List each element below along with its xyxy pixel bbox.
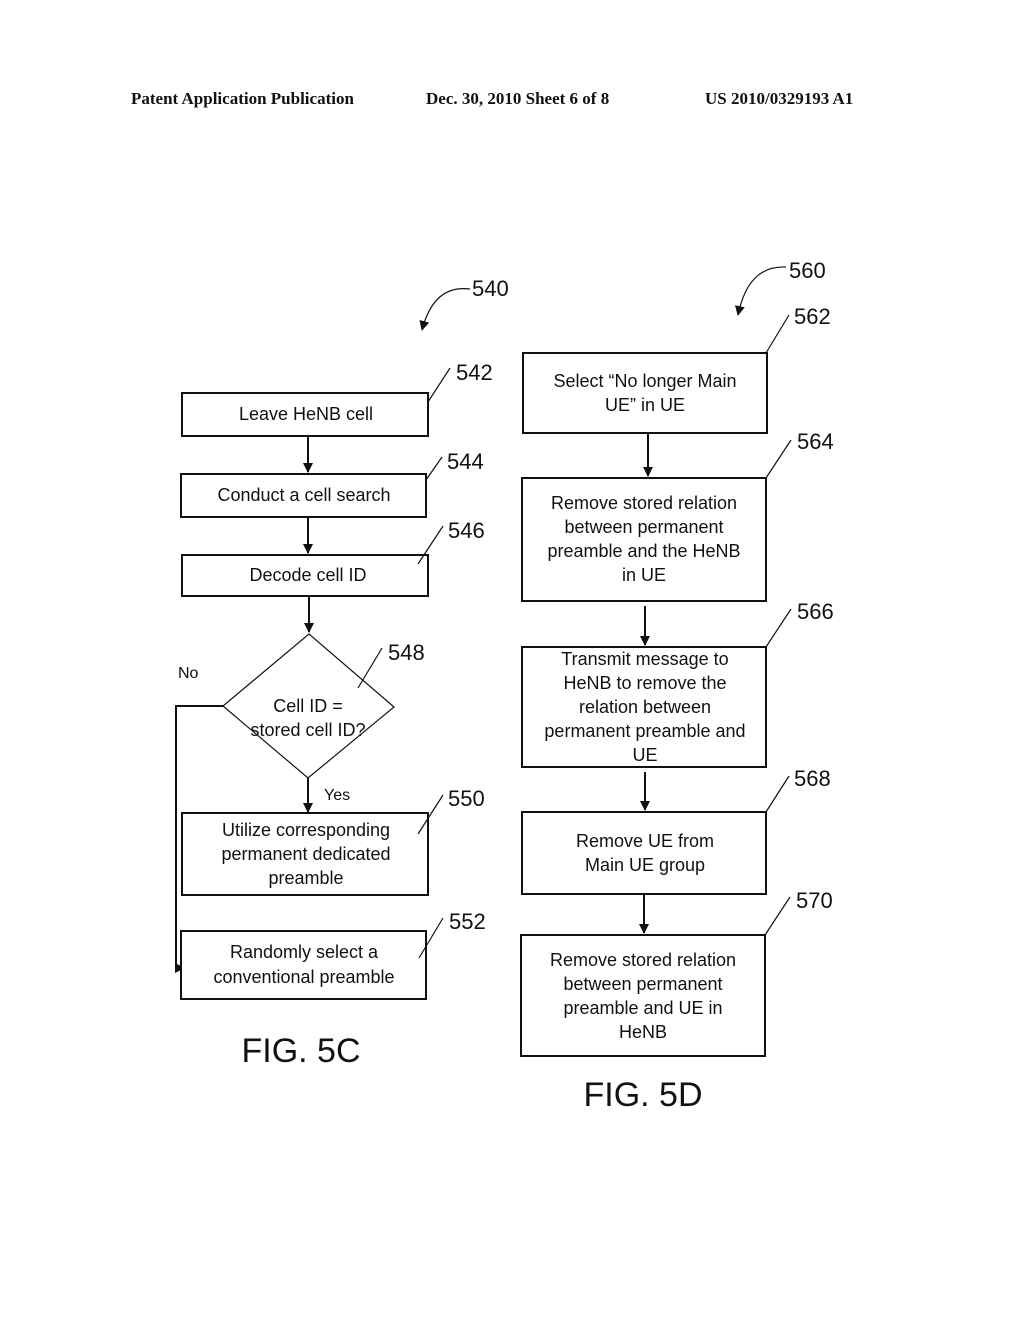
yes-branch-label: Yes	[324, 787, 350, 804]
leader-line-564	[765, 439, 792, 479]
fig-5d: 560 Select “No longer Main UE” in UE 562…	[520, 258, 834, 1114]
step-label-550-line3: preamble	[268, 868, 343, 888]
ref-562: 562	[794, 304, 831, 329]
ref-542: 542	[456, 360, 493, 385]
step-label-564-line1: Remove stored relation	[551, 493, 737, 513]
step-label-546: Decode cell ID	[249, 565, 366, 585]
step-label-562-line1: Select “No longer Main	[553, 371, 736, 391]
figure-caption-5d: FIG. 5D	[583, 1076, 702, 1114]
decision-label-line1: Cell ID =	[273, 696, 343, 716]
leader-line-562	[765, 314, 790, 354]
step-label-570-line1: Remove stored relation	[550, 950, 736, 970]
ref-540: 540	[472, 276, 509, 301]
step-box-568	[521, 811, 767, 895]
figure-pointer-arrow-560	[734, 266, 787, 316]
figure-pointer-arrow-540	[419, 288, 471, 331]
ref-552: 552	[449, 909, 486, 934]
step-label-566-line5: UE	[632, 745, 657, 765]
leader-line-568	[765, 775, 790, 813]
step-label-570-line4: HeNB	[619, 1022, 667, 1042]
ref-548: 548	[388, 640, 425, 665]
step-label-566-line4: permanent preamble and	[544, 721, 745, 741]
leader-line-566	[765, 608, 792, 648]
step-label-562-line2: UE” in UE	[605, 395, 685, 415]
step-label-542: Leave HeNB cell	[239, 404, 373, 424]
step-label-570-line3: preamble and UE in	[563, 998, 722, 1018]
ref-570: 570	[796, 888, 833, 913]
step-label-566-line3: relation between	[579, 697, 711, 717]
decision-label-line2: stored cell ID?	[250, 720, 365, 740]
step-label-566-line2: HeNB to remove the	[563, 673, 726, 693]
leader-line-548	[357, 647, 383, 689]
ref-566: 566	[797, 599, 834, 624]
step-label-566-line1: Transmit message to	[561, 649, 728, 669]
step-label-552-line1: Randomly select a	[230, 942, 379, 962]
leader-line-544	[425, 456, 443, 481]
ref-568: 568	[794, 766, 831, 791]
flowchart-diagram: 540 Leave HeNB cell 542 Conduct a cell s…	[175, 258, 834, 1114]
step-label-568-line1: Remove UE from	[576, 831, 714, 851]
step-label-564-line2: between permanent	[564, 517, 723, 537]
step-label-544: Conduct a cell search	[217, 485, 390, 505]
figure-caption-5c: FIG. 5C	[241, 1032, 360, 1070]
ref-550: 550	[448, 786, 485, 811]
ref-544: 544	[447, 449, 484, 474]
step-label-568-line2: Main UE group	[585, 855, 705, 875]
ref-560: 560	[789, 258, 826, 283]
leader-line-542	[427, 367, 451, 403]
leader-line-570	[764, 896, 791, 936]
step-label-550-line1: Utilize corresponding	[222, 820, 390, 840]
ref-564: 564	[797, 429, 834, 454]
step-label-564-line3: preamble and the HeNB	[547, 541, 740, 561]
step-label-552-line2: conventional preamble	[213, 967, 394, 987]
leader-line-546	[417, 525, 444, 565]
step-box-562	[522, 352, 768, 434]
no-branch-label: No	[178, 665, 199, 682]
step-label-564-line4: in UE	[622, 565, 666, 585]
ref-546: 546	[448, 518, 485, 543]
fig-5c: 540 Leave HeNB cell 542 Conduct a cell s…	[175, 276, 509, 1070]
step-label-570-line2: between permanent	[563, 974, 722, 994]
step-label-550-line2: permanent dedicated	[221, 844, 390, 864]
